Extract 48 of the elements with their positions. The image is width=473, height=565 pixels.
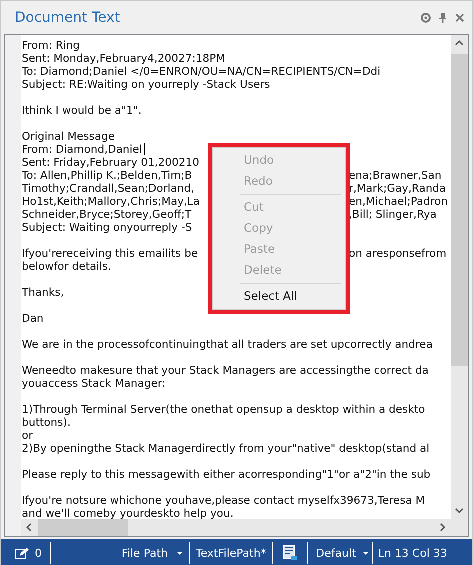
text-line: ,Bill; Slinger,Rya	[349, 208, 437, 221]
text-line: en,Michael;Padron	[349, 195, 448, 208]
text-line: Original Message	[22, 130, 116, 143]
settings-icon[interactable]	[420, 12, 432, 24]
text-line: on aresponsefrom	[349, 247, 447, 260]
text-line: We are in the processofcontinuingthat all traders are set upcorrectly andrea	[22, 338, 433, 351]
horizontal-scrollbar[interactable]	[21, 519, 468, 536]
text-line: 1)Through Terminal Server(the onethat opensup a desktop within a deskto	[22, 403, 426, 416]
text-line: To: Allen,Phillip K.;Belden,Tim;B	[22, 169, 192, 182]
panel-title: Document Text	[15, 10, 122, 26]
text-line: Ithink I would be a"1".	[22, 104, 142, 117]
text-line: Ho1st,Keith;Mallory,Chris;May,La	[22, 195, 200, 208]
text-line: To: Diamond;Daniel </0=ENRON/OU=NA/CN=RECIPIENTS/CN=Ddi	[22, 65, 381, 78]
path-mode-dropdown[interactable]: File Path	[122, 546, 168, 560]
caret-icon[interactable]	[363, 552, 370, 554]
caret-icon[interactable]	[177, 552, 183, 554]
text-line: belowfor details.	[22, 260, 112, 273]
vertical-scrollbar[interactable]	[451, 35, 468, 519]
file-name: TextFilePath*	[196, 546, 266, 560]
text-line: Thanks,	[22, 286, 64, 299]
text-line: Weneedto makesure that your Stack Managers are accessingthe correct da	[22, 364, 429, 377]
text-line: and we'll comeby yourdeskto help you.	[22, 507, 234, 519]
cursor-position: Ln 13 Col 33	[378, 546, 448, 560]
menu-item[interactable]: Select All	[213, 286, 345, 307]
text-line: r,Mark;Gay,Randa	[349, 182, 446, 195]
text-line: ena;Brawner,San	[349, 169, 442, 182]
save-icon[interactable]	[282, 545, 298, 561]
close-icon[interactable]	[454, 12, 466, 24]
text-line: Schneider,Bryce;Storey,Geoff;T	[22, 208, 192, 221]
text-line: From: Ring	[22, 39, 80, 52]
pencil-icon[interactable]	[15, 546, 29, 560]
text-line: Ifyou're notsure whichone youhave,please contact myselfx39673,Teresa M	[22, 494, 426, 507]
text-line: Ifyou'rereceiving this emailits be	[22, 247, 198, 260]
text-line: Sent: Friday,February 01,200210	[22, 156, 200, 169]
text-line: buttons).	[22, 416, 71, 429]
text-line: or	[22, 429, 34, 442]
text-line: Please reply to this messagewith either acorresponding"1"or a"2"in the sub	[22, 468, 431, 481]
text-line: Sent: Monday,February4,20027:18PM	[22, 52, 226, 65]
text-line: 2)By openingthe Stack Managerdirectly from your"native" desktop(stand al	[22, 442, 430, 455]
text-line: Subject: RE:Waiting on yourreply -Stack Users	[22, 78, 270, 91]
text-line: From: Diamond,Daniel	[22, 143, 142, 156]
text-line: Dan	[22, 312, 44, 325]
text-line: Timothy;Crandall,Sean;Dorland,	[22, 182, 195, 195]
encoding-dropdown[interactable]: Default	[316, 546, 356, 560]
edit-count: 0	[35, 546, 42, 560]
text-line: Subject: Waiting onyourreply -S	[22, 221, 192, 234]
text-line: youaccess Stack Manager:	[22, 377, 166, 390]
pin-icon[interactable]	[437, 12, 449, 24]
